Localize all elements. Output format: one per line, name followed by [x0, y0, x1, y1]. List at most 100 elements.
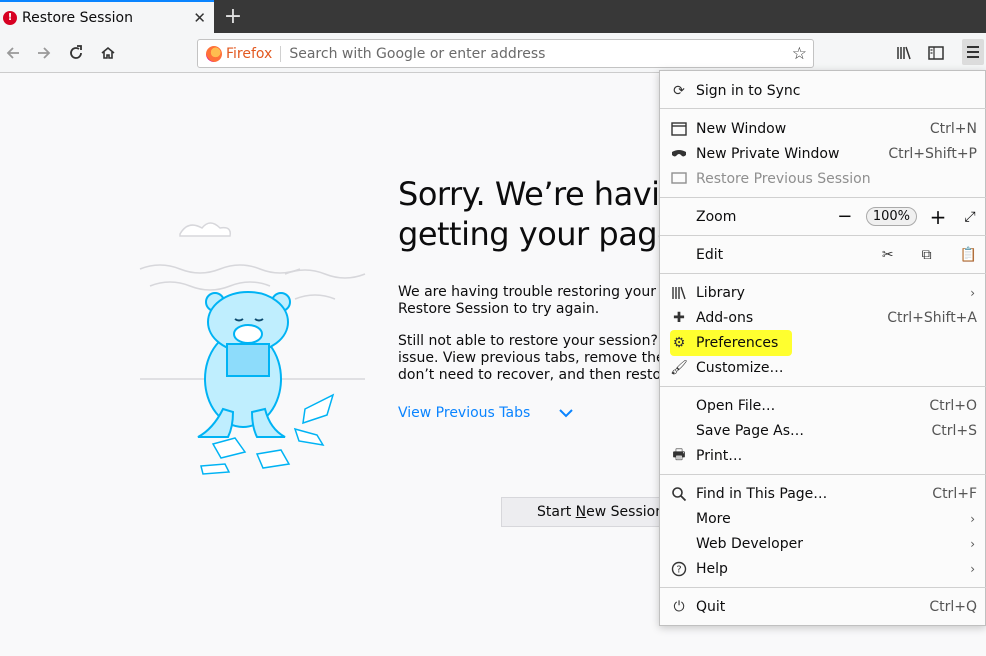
restore-session-icon — [670, 170, 688, 188]
menu-label: Customize… — [696, 359, 784, 376]
view-previous-tabs-link[interactable]: View Previous Tabs — [398, 405, 574, 421]
library-icon — [897, 46, 911, 60]
access-key: N — [575, 504, 587, 520]
menu-item-print[interactable]: 🖶 Print… — [660, 443, 986, 468]
error-heading: Sorry. We’re having getting your pages — [398, 174, 668, 254]
menu-item-new-private-window[interactable]: New Private Window Ctrl+Shift+P — [660, 141, 986, 166]
menu-separator — [660, 108, 986, 109]
identity-label[interactable]: Firefox — [226, 45, 282, 62]
menu-label: Preferences — [696, 334, 779, 351]
tab-title: Restore Session — [22, 9, 133, 26]
menu-label: Open File… — [696, 397, 776, 414]
help-line: Still not able to restore your session? … — [398, 333, 660, 349]
cut-icon[interactable]: ✂ — [882, 247, 894, 263]
close-tab-icon[interactable]: ✕ — [193, 9, 206, 27]
paste-icon[interactable]: 📋 — [960, 247, 977, 263]
menu-item-more[interactable]: More › — [660, 506, 986, 531]
menu-label: Help — [696, 560, 728, 577]
menu-item-edit: Edit ✂ ⧉ 📋 — [660, 242, 986, 267]
menu-label: Print… — [696, 447, 743, 464]
menu-item-add-ons[interactable]: ✚ Add-ons Ctrl+Shift+A — [660, 305, 986, 330]
submenu-arrow-icon: › — [970, 536, 975, 551]
menu-shortcut: Ctrl+Shift+P — [888, 145, 977, 162]
zoom-out-button[interactable]: − — [834, 206, 856, 227]
navigation-toolbar: Firefox ☆ — [0, 33, 986, 73]
hamburger-line — [967, 56, 979, 58]
sidebar-button[interactable] — [925, 42, 947, 64]
back-button[interactable] — [2, 42, 24, 64]
menu-shortcut: Ctrl+Q — [929, 598, 977, 615]
menu-separator — [660, 273, 986, 274]
label-part: Start — [537, 504, 576, 520]
error-help-text: Still not able to restore your session? … — [398, 333, 660, 384]
zoom-in-button[interactable]: + — [927, 205, 949, 229]
heading-line: Sorry. We’re having — [398, 175, 668, 213]
menu-item-help[interactable]: ? Help › — [660, 556, 986, 581]
menu-item-save-page-as[interactable]: Save Page As… Ctrl+S — [660, 418, 986, 443]
url-bar[interactable]: Firefox ☆ — [197, 39, 814, 68]
menu-shortcut: Ctrl+N — [929, 120, 977, 137]
menu-label: Restore Previous Session — [696, 170, 871, 187]
menu-shortcut: Ctrl+S — [931, 422, 977, 439]
reload-icon — [70, 45, 82, 59]
sad-bear-illustration — [139, 222, 366, 475]
search-icon — [670, 485, 688, 503]
paintbrush-icon: 🖌 — [670, 359, 688, 376]
address-input[interactable] — [289, 45, 770, 62]
app-menu-panel: ⟳ Sign in to Sync New Window Ctrl+N New … — [659, 70, 986, 626]
menu-item-new-window[interactable]: New Window Ctrl+N — [660, 116, 986, 141]
chevron-down-icon[interactable] — [558, 408, 574, 418]
menu-item-preferences[interactable]: ⚙ Preferences — [660, 330, 986, 355]
home-button[interactable] — [97, 42, 119, 64]
menu-item-web-developer[interactable]: Web Developer › — [660, 531, 986, 556]
menu-separator — [660, 474, 986, 475]
menu-item-library[interactable]: Library › — [660, 280, 986, 305]
back-arrow-icon — [6, 47, 19, 59]
menu-label: Find in This Page… — [696, 485, 828, 502]
menu-shortcut: Ctrl+O — [929, 397, 977, 414]
menu-item-quit[interactable]: ⏻ Quit Ctrl+Q — [660, 594, 986, 619]
help-line: issue. View previous tabs, remove the o — [398, 350, 660, 366]
fullscreen-icon[interactable]: ⤢ — [959, 209, 981, 225]
forward-arrow-icon — [38, 47, 51, 59]
reload-button[interactable] — [65, 42, 87, 64]
new-window-icon — [670, 120, 688, 138]
menu-item-restore-previous-session: Restore Previous Session — [660, 166, 986, 191]
firefox-logo-icon — [206, 45, 222, 62]
submenu-arrow-icon: › — [970, 285, 975, 300]
hamburger-line — [967, 51, 979, 53]
menu-label: Web Developer — [696, 535, 803, 552]
zoom-controls: − 100% + ⤢ — [834, 205, 981, 229]
library-button[interactable] — [893, 42, 915, 64]
help-icon: ? — [670, 560, 688, 578]
library-icon — [670, 284, 688, 302]
label-part: ew Session — [586, 504, 665, 520]
zoom-reset-button[interactable]: 100% — [865, 207, 917, 226]
menu-item-open-file[interactable]: Open File… Ctrl+O — [660, 393, 986, 418]
hamburger-menu-button[interactable] — [962, 39, 984, 65]
menu-item-zoom: Zoom − 100% + ⤢ — [660, 204, 986, 229]
menu-item-sign-in-to-sync[interactable]: ⟳ Sign in to Sync — [660, 78, 986, 103]
menu-label: New Private Window — [696, 145, 840, 162]
menu-label: Sign in to Sync — [696, 82, 801, 99]
menu-separator — [660, 197, 986, 198]
menu-label: Add-ons — [696, 309, 754, 326]
new-tab-button[interactable]: + — [220, 3, 246, 29]
tab-strip: ! Restore Session ✕ + — [0, 0, 986, 33]
menu-item-find-in-page[interactable]: Find in This Page… Ctrl+F — [660, 481, 986, 506]
start-new-session-button[interactable]: Start New Session — [501, 497, 671, 527]
tab-restore-session[interactable]: ! Restore Session ✕ — [0, 0, 214, 33]
bookmark-star-icon[interactable]: ☆ — [792, 44, 807, 64]
view-previous-tabs-label[interactable]: View Previous Tabs — [398, 405, 530, 421]
gear-icon: ⚙ — [672, 334, 686, 351]
menu-label: Save Page As… — [696, 422, 805, 439]
menu-shortcut: Ctrl+F — [932, 485, 977, 502]
heading-line: getting your pages — [398, 215, 668, 253]
alert-icon: ! — [3, 10, 17, 25]
copy-icon[interactable]: ⧉ — [922, 247, 932, 263]
forward-button[interactable] — [33, 42, 55, 64]
power-icon: ⏻ — [673, 598, 685, 615]
menu-shortcut: Ctrl+Shift+A — [887, 309, 977, 326]
error-description: We are having trouble restoring your las… — [398, 284, 660, 318]
menu-item-customize[interactable]: 🖌 Customize… — [660, 355, 986, 380]
